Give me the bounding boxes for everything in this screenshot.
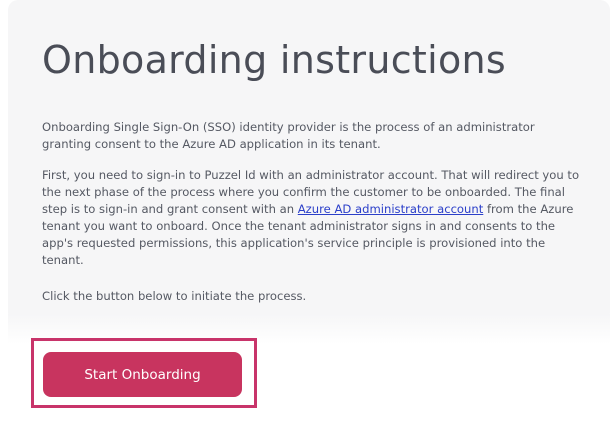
steps-paragraph: First, you need to sign-in to Puzzel Id …	[42, 167, 582, 269]
intro-text: Onboarding Single Sign-On (SSO) identity…	[42, 120, 535, 151]
call-to-action-paragraph: Click the button below to initiate the p…	[42, 288, 582, 305]
page-title: Onboarding instructions	[42, 38, 506, 82]
onboarding-page: Onboarding instructions Onboarding Singl…	[0, 0, 615, 441]
azure-ad-admin-account-link[interactable]: Azure AD administrator account	[298, 202, 484, 216]
intro-paragraph: Onboarding Single Sign-On (SSO) identity…	[42, 119, 582, 153]
start-onboarding-button[interactable]: Start Onboarding	[43, 352, 242, 397]
call-to-action-text: Click the button below to initiate the p…	[42, 289, 307, 303]
